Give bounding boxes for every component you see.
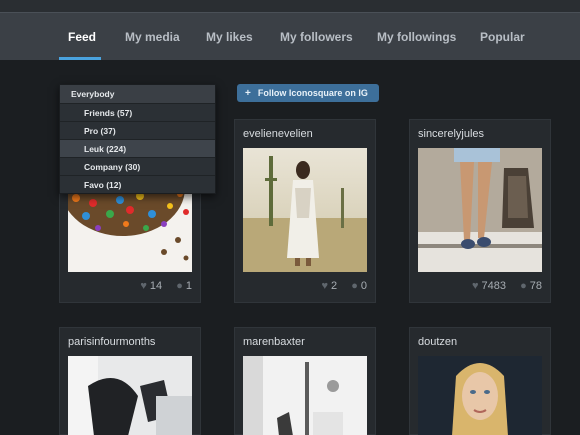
comment-count: 0 bbox=[360, 280, 367, 292]
like-count: 14 bbox=[149, 280, 163, 292]
dropdown-option-favo[interactable]: Favo (12) bbox=[60, 175, 215, 193]
post-photo[interactable] bbox=[418, 148, 542, 272]
comment-bubble-icon[interactable]: ● bbox=[351, 280, 358, 292]
paris-interior-image bbox=[68, 356, 192, 435]
comment-bubble-icon[interactable]: ● bbox=[520, 280, 527, 292]
tab-feed[interactable]: Feed bbox=[68, 13, 96, 61]
post-card[interactable]: marenbaxter bbox=[234, 327, 376, 435]
post-photo[interactable] bbox=[243, 356, 367, 435]
dropdown-option-everybody[interactable]: Everybody bbox=[60, 85, 215, 103]
dropdown-option-pro[interactable]: Pro (37) bbox=[60, 121, 215, 139]
dropdown-option-company[interactable]: Company (30) bbox=[60, 157, 215, 175]
heart-icon[interactable]: ♥ bbox=[140, 280, 147, 292]
desert-portrait-image bbox=[243, 148, 367, 272]
comment-bubble-icon[interactable]: ● bbox=[176, 280, 183, 292]
dropdown-option-friends[interactable]: Friends (57) bbox=[60, 103, 215, 121]
tab-popular[interactable]: Popular bbox=[480, 13, 525, 61]
post-card[interactable]: evelienevelien ♥ 2 ● 0 bbox=[234, 119, 376, 303]
tab-my-followers[interactable]: My followers bbox=[280, 13, 353, 61]
dropdown-option-leuk[interactable]: Leuk (224) bbox=[60, 139, 215, 157]
post-card[interactable]: doutzen bbox=[409, 327, 551, 435]
post-username[interactable]: doutzen bbox=[418, 336, 457, 348]
like-count: 7483 bbox=[481, 280, 506, 292]
plus-icon: + bbox=[245, 88, 251, 99]
street-legs-image bbox=[418, 148, 542, 272]
post-photo[interactable] bbox=[243, 148, 367, 272]
window-top-strip bbox=[0, 0, 580, 12]
post-username[interactable]: marenbaxter bbox=[243, 336, 305, 348]
heart-icon[interactable]: ♥ bbox=[472, 280, 479, 292]
group-filter-dropdown[interactable]: Everybody Friends (57) Pro (37) Leuk (22… bbox=[59, 84, 216, 194]
like-count: 2 bbox=[330, 280, 338, 292]
white-room-image bbox=[243, 356, 367, 435]
tab-my-media[interactable]: My media bbox=[125, 13, 180, 61]
post-card[interactable]: sincerelyjules ♥ 7483 ● 78 bbox=[409, 119, 551, 303]
post-card[interactable]: parisinfourmonths bbox=[59, 327, 201, 435]
post-username[interactable]: evelienevelien bbox=[243, 128, 313, 140]
main-nav: Feed My media My likes My followers My f… bbox=[0, 12, 580, 60]
follow-iconosquare-button[interactable]: + Follow Iconosquare on IG bbox=[237, 84, 379, 102]
post-username[interactable]: parisinfourmonths bbox=[68, 336, 155, 348]
active-tab-indicator bbox=[59, 57, 101, 60]
tab-my-followings[interactable]: My followings bbox=[377, 13, 456, 61]
post-photo[interactable] bbox=[68, 356, 192, 435]
comment-count: 78 bbox=[529, 280, 542, 292]
comment-count: 1 bbox=[185, 280, 192, 292]
tab-my-likes[interactable]: My likes bbox=[206, 13, 253, 61]
heart-icon[interactable]: ♥ bbox=[321, 280, 328, 292]
blonde-portrait-image bbox=[418, 356, 542, 435]
post-photo[interactable] bbox=[418, 356, 542, 435]
post-stats: ♥ 2 ● 0 bbox=[321, 280, 367, 292]
post-username[interactable]: sincerelyjules bbox=[418, 128, 484, 140]
post-stats: ♥ 7483 ● 78 bbox=[472, 280, 542, 292]
post-stats: ♥ 14 ● 1 bbox=[140, 280, 192, 292]
follow-button-label: Follow Iconosquare on IG bbox=[257, 88, 368, 98]
